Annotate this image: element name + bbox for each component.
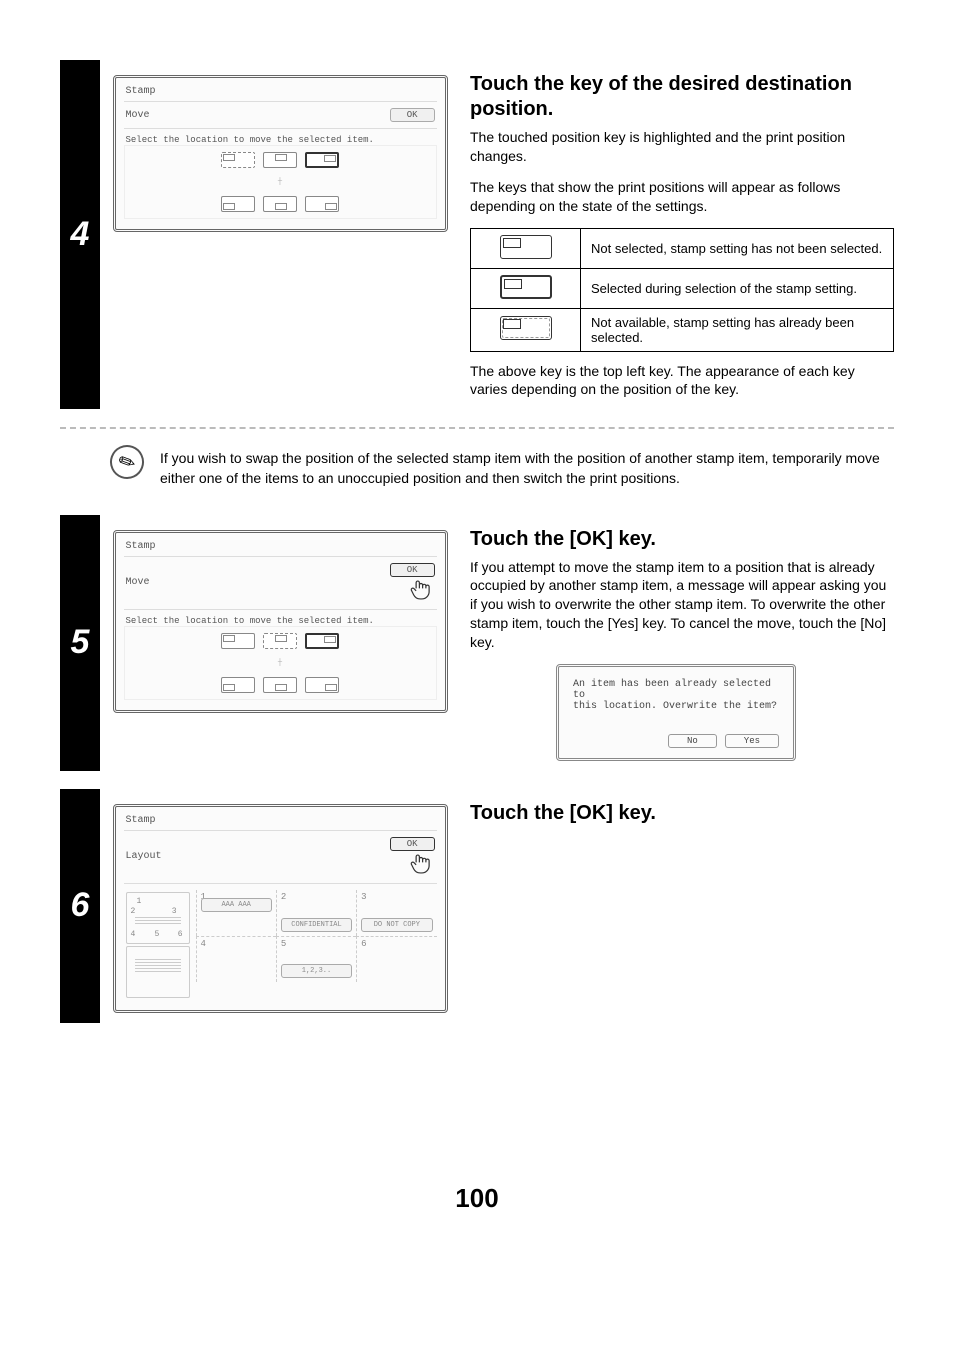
zone-number: 4 — [201, 939, 206, 949]
note-text: If you wish to swap the position of the … — [160, 445, 894, 488]
state-key-unavailable — [500, 316, 552, 340]
position-bottom-center[interactable] — [263, 196, 297, 212]
thumb-num: 6 — [178, 930, 183, 939]
step-heading: Touch the key of the desired destination… — [470, 72, 894, 122]
position-bottom-left[interactable] — [221, 677, 255, 693]
panel-subtitle: Move — [126, 110, 150, 121]
step-number: 5 — [60, 515, 100, 771]
state-key-notselected — [500, 235, 552, 259]
panel-message: Select the location to move the selected… — [124, 135, 437, 145]
position-bottom-right[interactable] — [305, 677, 339, 693]
state-table: Not selected, stamp setting has not been… — [470, 228, 894, 352]
step-text: The above key is the top left key. The a… — [470, 362, 894, 400]
position-top-right[interactable] — [305, 152, 339, 168]
page-number: 100 — [60, 1183, 894, 1214]
stamp-item[interactable]: AAA AAA — [201, 898, 272, 912]
position-bottom-left[interactable] — [221, 196, 255, 212]
layout-thumbnail: 1 2 3 4 5 6 — [124, 890, 192, 1000]
hand-pointer-icon — [407, 851, 435, 877]
hand-pointer-icon — [407, 577, 435, 603]
move-panel: Stamp Move OK Select the location to mov… — [113, 75, 448, 232]
ok-button[interactable]: OK — [390, 108, 435, 122]
step-heading: Touch the [OK] key. — [470, 527, 894, 552]
step-heading: Touch the [OK] key. — [470, 801, 894, 826]
zone-number: 6 — [361, 939, 366, 949]
state-desc: Not available, stamp setting has already… — [581, 308, 894, 351]
separator — [60, 427, 894, 429]
panel-message: Select the location to move the selected… — [124, 616, 437, 626]
step-number: 6 — [60, 789, 100, 1023]
dialog-text: An item has been already selected to — [573, 679, 779, 701]
panel-subtitle: Layout — [126, 851, 162, 862]
state-desc: Selected during selection of the stamp s… — [581, 268, 894, 308]
move-panel: Stamp Move OK Select the location to mov… — [113, 530, 448, 713]
layout-panel: Stamp Layout OK 1 2 3 — [113, 804, 448, 1013]
panel-title: Stamp — [124, 539, 437, 557]
panel-subtitle: Move — [126, 577, 150, 588]
zone-number: 3 — [361, 892, 366, 902]
panel-title: Stamp — [124, 84, 437, 102]
step-text: If you attempt to move the stamp item to… — [470, 558, 894, 652]
position-bottom-right[interactable] — [305, 196, 339, 212]
ok-button[interactable]: OK — [390, 563, 435, 577]
thumb-num: 4 — [131, 930, 136, 939]
dialog-text: this location. Overwrite the item? — [573, 701, 779, 712]
overwrite-dialog: An item has been already selected to thi… — [556, 664, 796, 761]
note-icon: ✎ — [104, 440, 149, 485]
yes-button[interactable]: Yes — [725, 734, 779, 748]
state-key-selected — [500, 275, 552, 299]
thumb-num: 5 — [155, 930, 160, 939]
thumb-num: 1 — [137, 897, 142, 906]
state-desc: Not selected, stamp setting has not been… — [581, 228, 894, 268]
stamp-item[interactable]: DO NOT COPY — [361, 918, 432, 932]
position-top-center[interactable] — [263, 633, 297, 649]
step-number: 4 — [60, 60, 100, 409]
position-grid: ┼ — [131, 152, 430, 212]
position-bottom-center[interactable] — [263, 677, 297, 693]
position-top-right[interactable] — [305, 633, 339, 649]
ok-button[interactable]: OK — [390, 837, 435, 851]
stamp-item[interactable]: CONFIDENTIAL — [281, 918, 352, 932]
zone-number: 2 — [281, 892, 286, 902]
no-button[interactable]: No — [668, 734, 717, 748]
position-top-left[interactable] — [221, 633, 255, 649]
panel-title: Stamp — [124, 813, 437, 831]
step-text: The keys that show the print positions w… — [470, 178, 894, 216]
position-top-center[interactable] — [263, 152, 297, 168]
zone-number: 5 — [281, 939, 286, 949]
position-grid: ┼ — [131, 633, 430, 693]
stamp-item[interactable]: 1,2,3.. — [281, 964, 352, 978]
step-text: The touched position key is highlighted … — [470, 128, 894, 166]
position-top-left[interactable] — [221, 152, 255, 168]
